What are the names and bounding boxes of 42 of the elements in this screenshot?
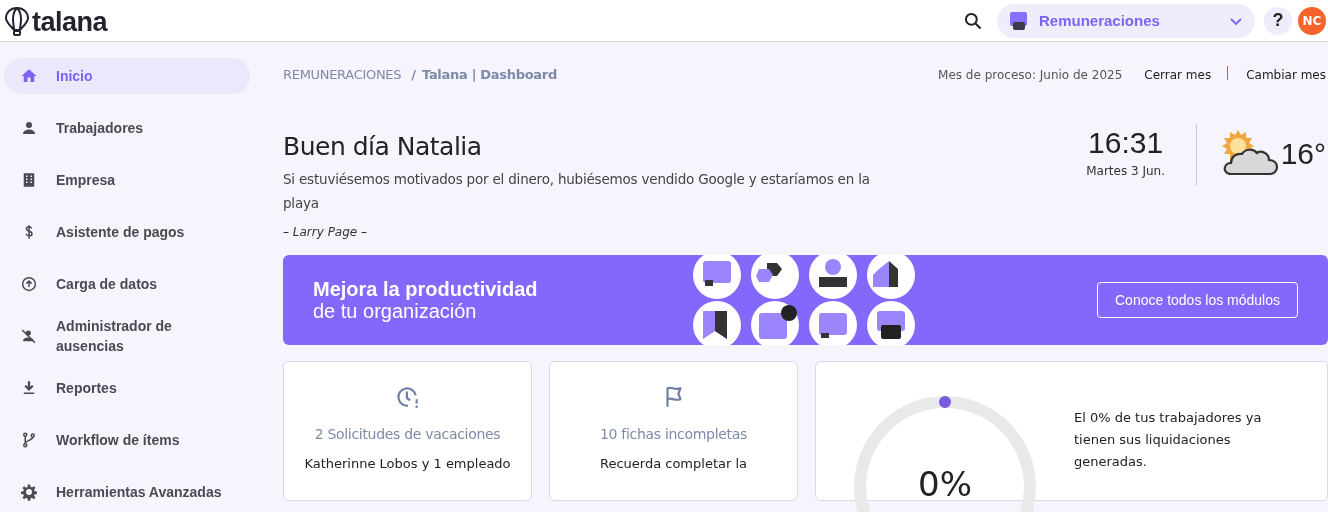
card-title[interactable]: 10 fichas incompletas bbox=[599, 426, 748, 442]
settlements-text: El 0% de tus trabajadores ya tienen sus liquidaciones generadas. bbox=[1074, 409, 1263, 471]
help-button[interactable]: ? bbox=[1264, 6, 1292, 35]
product-selector[interactable]: Remuneraciones bbox=[997, 3, 1255, 38]
clock-alert-icon bbox=[394, 384, 421, 410]
process-month-label: Mes de proceso: Junio de 2025 bbox=[938, 68, 1123, 82]
upload-icon bbox=[20, 275, 38, 293]
quote-author: – Larry Page – bbox=[283, 225, 369, 239]
sidebar-item[interactable]: Inicio bbox=[4, 58, 250, 94]
clock-date: Martes 3 Jun. bbox=[1085, 164, 1167, 178]
person-icon bbox=[20, 119, 38, 137]
sidebar-item[interactable]: Asistente de pagos bbox=[4, 214, 250, 250]
sidebar-item[interactable]: Workflow de ítems bbox=[4, 422, 250, 458]
chevron-icon bbox=[1229, 15, 1243, 26]
person-off-icon bbox=[20, 327, 38, 345]
card-title[interactable]: 2 Solicitudes de vacaciones bbox=[314, 426, 501, 442]
temperature: 16° bbox=[1280, 137, 1326, 171]
greeting-title: Buen día Natalia bbox=[283, 132, 483, 161]
quote-text: Si estuviésemos motivados por el dinero, hubiésemos vendido Google y estaríamos en la playa bbox=[283, 170, 871, 213]
branch-icon bbox=[20, 431, 38, 449]
sidebar-item[interactable]: Administrador de ausencias bbox=[4, 318, 250, 354]
modules-button[interactable]: Conoce todos los módulos bbox=[1097, 282, 1298, 318]
sidebar-item[interactable]: Reportes bbox=[4, 370, 250, 406]
breadcrumb-separator: / bbox=[411, 67, 416, 82]
card-text: Katherinne Lobos y 1 empleado bbox=[304, 456, 511, 471]
home-icon bbox=[20, 67, 38, 85]
card-text: Recuerda completar la bbox=[599, 456, 747, 471]
progress-percent: 0% bbox=[917, 464, 973, 504]
sidebar-item[interactable]: Herramientas Avanzadas bbox=[4, 474, 250, 510]
balloon-icon bbox=[4, 5, 30, 36]
clock-time: 16:31 bbox=[1087, 126, 1165, 160]
sidebar-item[interactable]: Carga de datos bbox=[4, 266, 250, 302]
logo-text[interactable]: talana bbox=[32, 8, 108, 36]
sidebar-item[interactable]: Empresa bbox=[4, 162, 250, 198]
banner-title: Mejora la productividad de tu organización bbox=[313, 278, 539, 322]
breadcrumb-current: Talana | Dashboard bbox=[422, 67, 557, 82]
month-action-button[interactable]: Cambiar mes bbox=[1246, 68, 1326, 82]
sidebar-item[interactable]: Trabajadores bbox=[4, 110, 250, 146]
module-icon bbox=[1009, 10, 1029, 31]
search-icon[interactable] bbox=[963, 10, 983, 31]
settings-icon bbox=[20, 483, 38, 501]
month-action-button[interactable]: Cerrar mes bbox=[1144, 68, 1212, 82]
